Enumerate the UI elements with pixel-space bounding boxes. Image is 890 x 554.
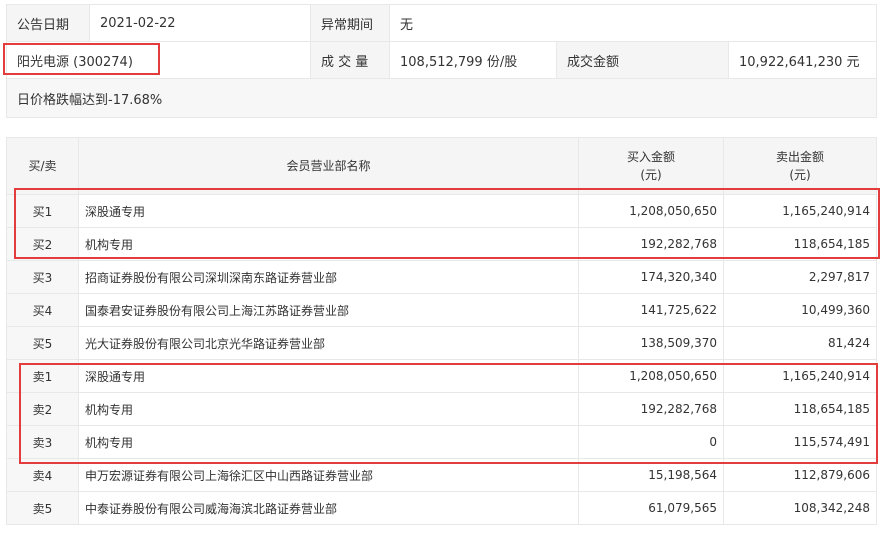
table-row: 买5 光大证券股份有限公司北京光华路证券营业部 138,509,370 81,4… bbox=[6, 326, 877, 360]
row-side: 卖1 bbox=[6, 359, 79, 393]
row-seat-name: 深股通专用 bbox=[78, 194, 579, 228]
header-buy-line2: (元) bbox=[640, 168, 662, 182]
row-sell-amount: 2,297,817 bbox=[723, 260, 877, 294]
header-side: 买/卖 bbox=[6, 137, 79, 195]
trading-seats-table: 买/卖 会员营业部名称 买入金额 (元) 卖出金额 (元) 买1 深股通专用 1… bbox=[6, 137, 877, 525]
header-sell-line1: 卖出金额 bbox=[775, 150, 824, 164]
table-row: 卖3 机构专用 0 115,574,491 bbox=[6, 425, 877, 459]
row-seat-name: 深股通专用 bbox=[78, 359, 579, 393]
row-sell-amount: 10,499,360 bbox=[723, 293, 877, 327]
row-seat-name: 申万宏源证券有限公司上海徐汇区中山西路证券营业部 bbox=[78, 458, 579, 492]
table-row: 卖2 机构专用 192,282,768 118,654,185 bbox=[6, 392, 877, 426]
row-side: 买4 bbox=[6, 293, 79, 327]
row-seat-name: 中泰证券股份有限公司威海海滨北路证券营业部 bbox=[78, 491, 579, 525]
row-seat-name: 光大证券股份有限公司北京光华路证券营业部 bbox=[78, 326, 579, 360]
info-row-reason: 日价格跌幅达到-17.68% bbox=[5, 78, 878, 118]
header-sell-line2: (元) bbox=[789, 168, 811, 182]
table-row: 卖1 深股通专用 1,208,050,650 1,165,240,914 bbox=[6, 359, 877, 393]
row-sell-amount: 112,879,606 bbox=[723, 458, 877, 492]
row-side: 买3 bbox=[6, 260, 79, 294]
stock-name: 阳光电源 (300274) bbox=[6, 41, 311, 79]
table-row: 卖5 中泰证券股份有限公司威海海滨北路证券营业部 61,079,565 108,… bbox=[6, 491, 877, 525]
table-row: 买2 机构专用 192,282,768 118,654,185 bbox=[6, 227, 877, 261]
period-label: 异常期间 bbox=[310, 4, 390, 42]
row-seat-name: 机构专用 bbox=[78, 227, 579, 261]
row-buy-amount: 0 bbox=[578, 425, 724, 459]
volume-value: 108,512,799 份/股 bbox=[389, 41, 557, 79]
row-sell-amount: 1,165,240,914 bbox=[723, 194, 877, 228]
row-side: 卖3 bbox=[6, 425, 79, 459]
info-row-date: 公告日期 2021-02-22 异常期间 无 bbox=[6, 4, 878, 42]
row-seat-name: 国泰君安证券股份有限公司上海江苏路证券营业部 bbox=[78, 293, 579, 327]
table-header-row: 买/卖 会员营业部名称 买入金额 (元) 卖出金额 (元) bbox=[6, 137, 877, 195]
row-side: 买5 bbox=[6, 326, 79, 360]
row-buy-amount: 192,282,768 bbox=[578, 392, 724, 426]
row-sell-amount: 115,574,491 bbox=[723, 425, 877, 459]
row-side: 买1 bbox=[6, 194, 79, 228]
row-sell-amount: 108,342,248 bbox=[723, 491, 877, 525]
date-label: 公告日期 bbox=[6, 4, 90, 42]
row-seat-name: 机构专用 bbox=[78, 425, 579, 459]
table-row: 买3 招商证券股份有限公司深圳深南东路证券营业部 174,320,340 2,2… bbox=[6, 260, 877, 294]
header-sell-amount: 卖出金额 (元) bbox=[723, 137, 877, 195]
period-value: 无 bbox=[388, 4, 878, 42]
row-buy-amount: 138,509,370 bbox=[578, 326, 724, 360]
header-name: 会员营业部名称 bbox=[78, 137, 579, 195]
reason-text: 日价格跌幅达到-17.68% bbox=[5, 78, 878, 118]
row-buy-amount: 15,198,564 bbox=[578, 458, 724, 492]
row-side: 卖2 bbox=[6, 392, 79, 426]
row-buy-amount: 141,725,622 bbox=[578, 293, 724, 327]
header-buy-amount: 买入金额 (元) bbox=[578, 137, 724, 195]
table-row: 买4 国泰君安证券股份有限公司上海江苏路证券营业部 141,725,622 10… bbox=[6, 293, 877, 327]
amount-value: 10,922,641,230 元 bbox=[727, 41, 878, 79]
row-buy-amount: 192,282,768 bbox=[578, 227, 724, 261]
row-sell-amount: 118,654,185 bbox=[723, 227, 877, 261]
row-sell-amount: 118,654,185 bbox=[723, 392, 877, 426]
volume-label: 成 交 量 bbox=[310, 41, 390, 79]
date-value: 2021-02-22 bbox=[89, 4, 311, 42]
row-seat-name: 机构专用 bbox=[78, 392, 579, 426]
row-buy-amount: 1,208,050,650 bbox=[578, 194, 724, 228]
header-buy-line1: 买入金额 bbox=[626, 150, 675, 164]
row-sell-amount: 1,165,240,914 bbox=[723, 359, 877, 393]
table-row: 卖4 申万宏源证券有限公司上海徐汇区中山西路证券营业部 15,198,564 1… bbox=[6, 458, 877, 492]
row-buy-amount: 174,320,340 bbox=[578, 260, 724, 294]
table-row: 买1 深股通专用 1,208,050,650 1,165,240,914 bbox=[6, 194, 877, 228]
row-seat-name: 招商证券股份有限公司深圳深南东路证券营业部 bbox=[78, 260, 579, 294]
row-side: 卖5 bbox=[6, 491, 79, 525]
row-buy-amount: 61,079,565 bbox=[578, 491, 724, 525]
row-buy-amount: 1,208,050,650 bbox=[578, 359, 724, 393]
row-sell-amount: 81,424 bbox=[723, 326, 877, 360]
row-side: 买2 bbox=[6, 227, 79, 261]
info-row-stock: 阳光电源 (300274) 成 交 量 108,512,799 份/股 成交金额… bbox=[6, 41, 878, 79]
announcement-info-table: 公告日期 2021-02-22 异常期间 无 阳光电源 (300274) 成 交… bbox=[5, 4, 878, 118]
amount-label: 成交金额 bbox=[556, 41, 729, 79]
row-side: 卖4 bbox=[6, 458, 79, 492]
